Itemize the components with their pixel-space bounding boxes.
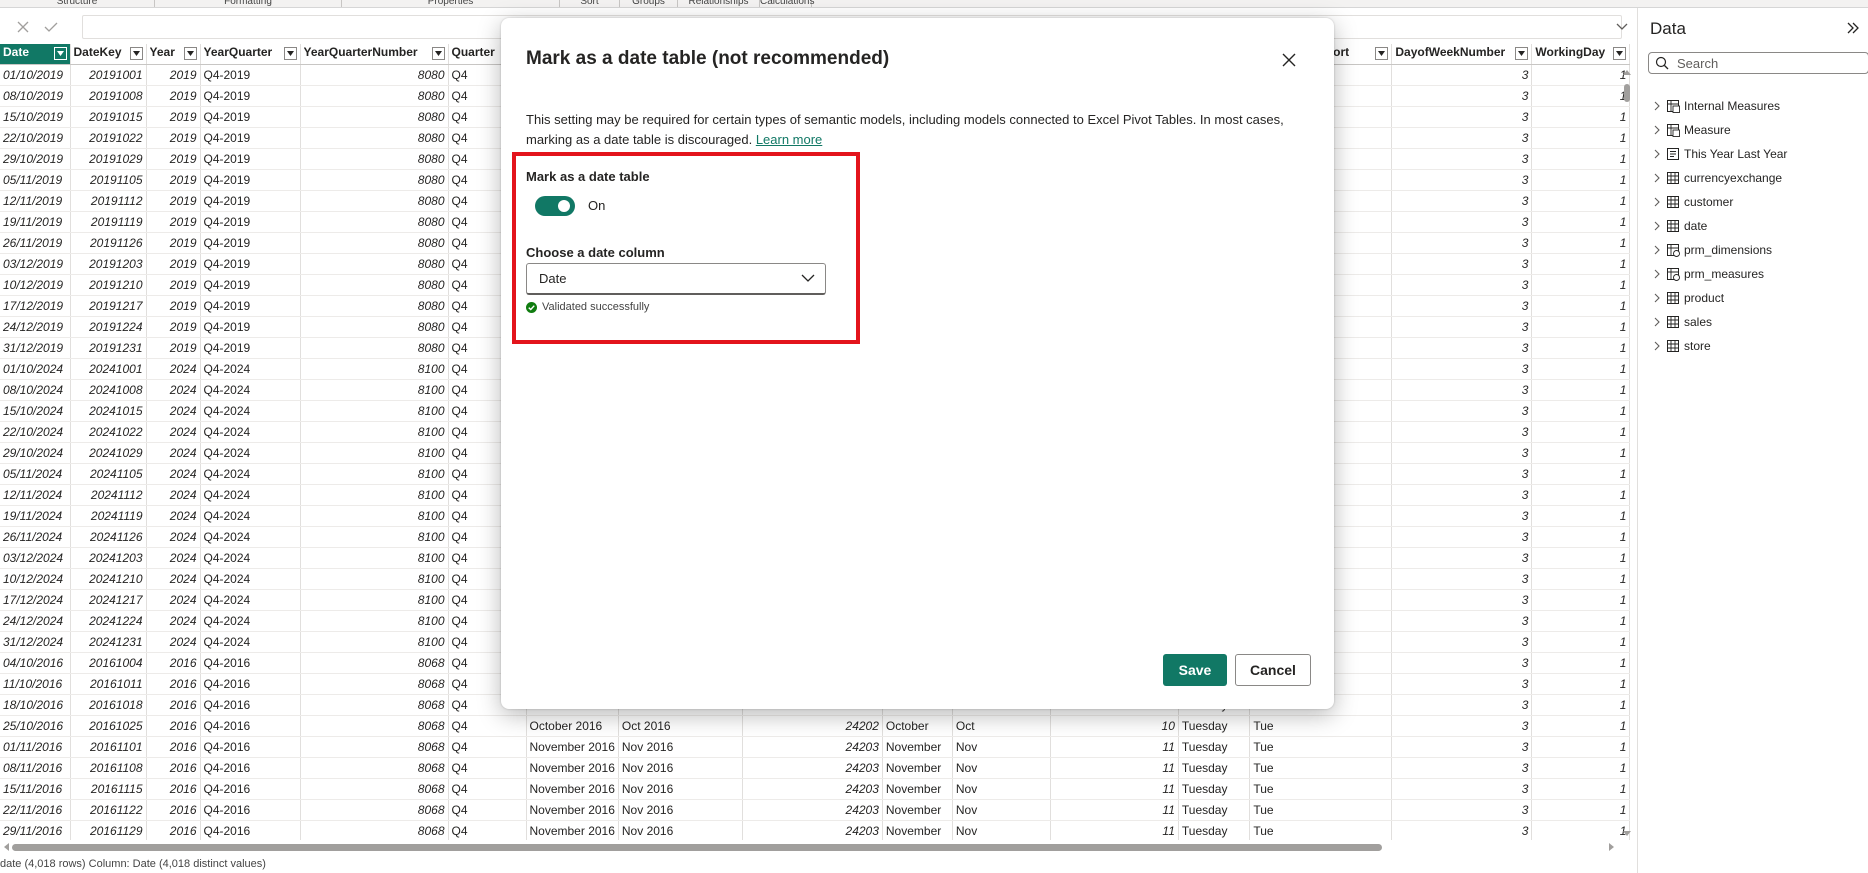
mark-date-table-label: Mark as a date table — [526, 169, 650, 184]
dialog-description: This setting may be required for certain… — [526, 110, 1306, 150]
toggle-state-label: On — [588, 198, 606, 213]
save-button[interactable]: Save — [1163, 654, 1227, 686]
toggle-knob — [558, 200, 570, 212]
description-text: This setting may be required for certain… — [526, 112, 1284, 147]
cancel-button[interactable]: Cancel — [1235, 654, 1311, 686]
close-icon — [1282, 53, 1296, 67]
validation-text: Validated successfully — [542, 301, 650, 313]
mark-date-table-dialog: Mark as a date table (not recommended) T… — [501, 18, 1334, 709]
mark-date-table-toggle[interactable] — [535, 196, 575, 216]
dialog-title: Mark as a date table (not recommended) — [526, 48, 890, 69]
validation-status: Validated successfully — [526, 301, 649, 313]
chevron-down-icon — [801, 274, 815, 282]
success-check-icon — [526, 301, 537, 313]
dialog-close-button[interactable] — [1279, 50, 1299, 70]
date-column-select[interactable]: Date — [526, 263, 826, 295]
choose-date-column-label: Choose a date column — [526, 245, 665, 260]
selected-column-value: Date — [539, 271, 567, 286]
learn-more-link[interactable]: Learn more — [756, 132, 822, 147]
